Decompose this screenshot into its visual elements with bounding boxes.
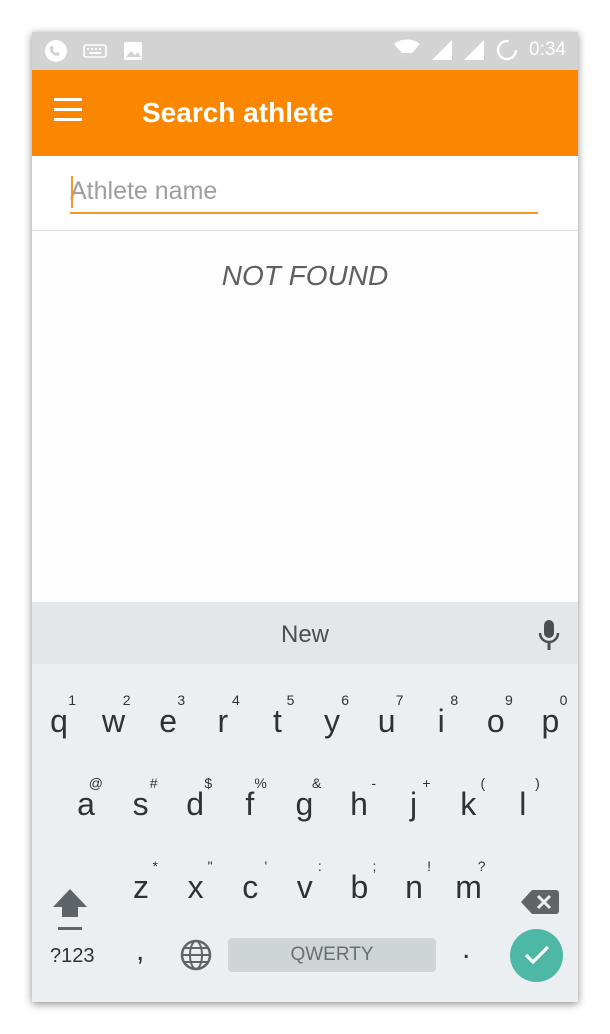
status-bar: 0:34 (32, 32, 578, 70)
image-notification-icon (124, 42, 142, 60)
search-area (32, 156, 578, 231)
key-k[interactable]: (k (441, 767, 495, 837)
page-title: Search athlete (142, 97, 334, 128)
keyboard-notification-icon (83, 44, 107, 58)
key-y[interactable]: 6y (305, 684, 359, 754)
phone-call-icon (45, 40, 67, 62)
key-n[interactable]: ! n (387, 850, 441, 920)
text-cursor (71, 176, 73, 208)
checkmark-icon (524, 945, 550, 965)
key-v[interactable]: :v (278, 850, 332, 920)
suggestion-word[interactable]: New (32, 621, 578, 649)
key-e[interactable]: 3e (141, 684, 195, 754)
not-found-message: NOT FOUND (221, 260, 389, 291)
key-t[interactable]: 5t (250, 684, 304, 754)
key-g[interactable]: & g (277, 767, 331, 837)
key-j[interactable]: + j (387, 767, 441, 837)
key-a[interactable]: @ a (59, 767, 113, 837)
key-x[interactable]: " x (169, 850, 223, 920)
backspace-icon[interactable] (520, 888, 560, 916)
key-z[interactable]: * z (114, 850, 168, 920)
globe-icon[interactable] (179, 938, 213, 972)
key-o[interactable]: 9o (469, 684, 523, 754)
key-h[interactable]: -h (332, 767, 386, 837)
space-key[interactable]: QWERTY (228, 938, 436, 972)
key-q[interactable]: 1q (32, 684, 86, 754)
key-m[interactable]: ? m (442, 850, 496, 920)
enter-key[interactable] (510, 929, 563, 982)
status-time: 0:34 (529, 39, 566, 60)
key-u[interactable]: 7u (360, 684, 414, 754)
symbols-key[interactable]: ?123 (50, 945, 95, 968)
key-s[interactable]: # s (114, 767, 168, 837)
menu-icon[interactable] (54, 98, 88, 128)
signal-icon-1 (432, 40, 453, 60)
athlete-name-input[interactable] (70, 170, 538, 214)
key-c[interactable]: ' c (223, 850, 277, 920)
shift-icon[interactable] (50, 887, 90, 933)
signal-icon-2 (464, 40, 485, 60)
comma-key[interactable]: , (136, 934, 144, 968)
microphone-icon[interactable] (536, 618, 562, 652)
key-p[interactable]: 0p (523, 684, 577, 754)
battery-loading-icon (496, 39, 518, 61)
wifi-icon (394, 39, 421, 59)
key-w[interactable]: 2w (87, 684, 141, 754)
device-screen: 0:34 Search athlete NOT FOUND New 1q 2w … (32, 32, 578, 1002)
key-i[interactable]: 8i (414, 684, 468, 754)
key-b[interactable]: ; b (332, 850, 386, 920)
key-r[interactable]: 4r (196, 684, 250, 754)
suggestion-bar: New (32, 602, 578, 664)
key-l[interactable]: ) l (496, 767, 550, 837)
soft-keyboard: New 1q 2w 3e 4r 5t 6y 7u 8i 9o 0p @ a # s … (32, 602, 578, 1002)
key-f[interactable]: % f (223, 767, 277, 837)
key-d[interactable]: $ d (168, 767, 222, 837)
app-bar: Search athlete (32, 70, 578, 156)
period-key[interactable]: . (462, 932, 470, 966)
